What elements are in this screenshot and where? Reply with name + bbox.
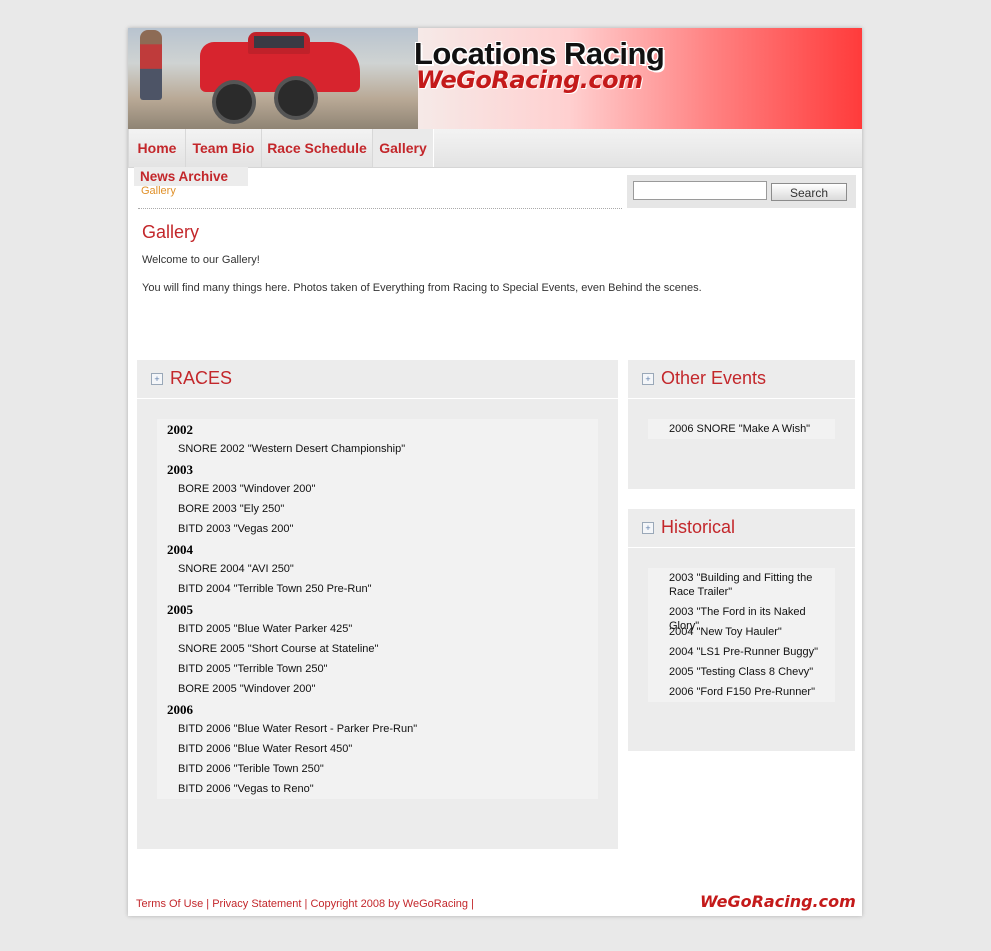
- nav-team-bio[interactable]: Team Bio: [185, 129, 262, 167]
- gallery-link[interactable]: 2006 "Ford F150 Pre-Runner": [669, 685, 837, 699]
- divider: [138, 208, 622, 209]
- races-list: 2002 SNORE 2002 "Western Desert Champion…: [157, 419, 598, 799]
- gallery-link[interactable]: BITD 2006 "Terible Town 250": [178, 763, 324, 775]
- nav-race-schedule[interactable]: Race Schedule: [261, 129, 373, 167]
- intro-text: Welcome to our Gallery!: [142, 254, 260, 266]
- year-heading: 2004: [167, 542, 193, 557]
- footer-separator: |: [206, 898, 210, 910]
- year-heading: 2005: [167, 602, 193, 617]
- expand-icon[interactable]: +: [151, 373, 163, 385]
- footer-separator: |: [471, 898, 474, 910]
- search-input[interactable]: [633, 181, 767, 200]
- footer-separator: |: [304, 898, 308, 910]
- historical-list: 2003 "Building and Fitting the Race Trai…: [648, 568, 835, 702]
- wheel-icon: [212, 80, 256, 124]
- gallery-link[interactable]: BITD 2003 "Vegas 200": [178, 523, 293, 535]
- historical-panel: + Historical 2003 "Building and Fitting …: [628, 509, 855, 751]
- gallery-link[interactable]: SNORE 2005 "Short Course at Stateline": [178, 643, 378, 655]
- search-button[interactable]: Search: [771, 183, 847, 201]
- other-events-header: + Other Events: [628, 360, 855, 399]
- nav-news-archive[interactable]: News Archive: [134, 167, 248, 186]
- gallery-link[interactable]: BITD 2006 "Vegas to Reno": [178, 783, 314, 795]
- year-heading: 2003: [167, 462, 193, 477]
- gallery-link[interactable]: BITD 2004 "Terrible Town 250 Pre-Run": [178, 583, 371, 595]
- gallery-link[interactable]: SNORE 2004 "AVI 250": [178, 563, 294, 575]
- gallery-link[interactable]: BITD 2005 "Terrible Town 250": [178, 663, 327, 675]
- historical-header: + Historical: [628, 509, 855, 548]
- expand-icon[interactable]: +: [642, 373, 654, 385]
- historical-title: Historical: [661, 517, 736, 537]
- header-banner: Locations Racing WeGoRacing.com: [128, 28, 862, 129]
- gallery-link[interactable]: BITD 2006 "Blue Water Resort 450": [178, 743, 352, 755]
- search-area: Search: [627, 175, 856, 208]
- terms-link[interactable]: Terms Of Use: [136, 898, 203, 910]
- gallery-link[interactable]: SNORE 2002 "Western Desert Championship": [178, 443, 405, 455]
- gallery-link[interactable]: BORE 2005 "Windover 200": [178, 683, 315, 695]
- wheel-icon: [274, 76, 318, 120]
- gallery-link[interactable]: 2005 "Testing Class 8 Chevy": [669, 665, 837, 679]
- page-container: Locations Racing WeGoRacing.com Home Tea…: [128, 28, 862, 916]
- gallery-link[interactable]: BITD 2005 "Blue Water Parker 425": [178, 623, 352, 635]
- gallery-link[interactable]: BITD 2006 "Blue Water Resort - Parker Pr…: [178, 723, 417, 735]
- other-events-panel: + Other Events 2006 SNORE "Make A Wish": [628, 360, 855, 489]
- footer-links: Terms Of Use | Privacy Statement | Copyr…: [136, 898, 474, 910]
- intro-text: You will find many things here. Photos t…: [142, 282, 702, 294]
- races-panel: + RACES 2002 SNORE 2002 "Western Desert …: [137, 360, 618, 849]
- main-nav: Home Team Bio Race Schedule Gallery: [128, 129, 862, 168]
- other-events-title: Other Events: [661, 368, 767, 388]
- gallery-link[interactable]: BORE 2003 "Ely 250": [178, 503, 284, 515]
- copyright-text: Copyright 2008 by WeGoRacing: [310, 898, 469, 910]
- spectator-figure: [140, 30, 162, 100]
- nav-home[interactable]: Home: [128, 129, 186, 167]
- gallery-link[interactable]: 2004 "LS1 Pre-Runner Buggy": [669, 645, 837, 659]
- footer-logo[interactable]: WeGoRacing.com: [700, 892, 856, 911]
- page-title: Gallery: [142, 222, 200, 242]
- nav-gallery[interactable]: Gallery: [372, 129, 434, 167]
- expand-icon[interactable]: +: [642, 522, 654, 534]
- breadcrumb: Gallery: [141, 185, 176, 197]
- privacy-link[interactable]: Privacy Statement: [212, 898, 301, 910]
- site-logo-text[interactable]: WeGoRacing.com: [416, 66, 643, 94]
- year-heading: 2002: [167, 422, 193, 437]
- gallery-link[interactable]: 2003 "Building and Fitting the Race Trai…: [669, 571, 837, 599]
- year-heading: 2006: [167, 702, 193, 717]
- races-panel-header: + RACES: [137, 360, 618, 399]
- gallery-link[interactable]: 2004 "New Toy Hauler": [669, 625, 837, 639]
- gallery-link[interactable]: 2006 SNORE "Make A Wish": [669, 423, 810, 435]
- gallery-link[interactable]: BORE 2003 "Windover 200": [178, 483, 315, 495]
- races-panel-title: RACES: [170, 368, 233, 388]
- other-events-list: 2006 SNORE "Make A Wish": [648, 419, 835, 439]
- banner-photo: [128, 28, 418, 129]
